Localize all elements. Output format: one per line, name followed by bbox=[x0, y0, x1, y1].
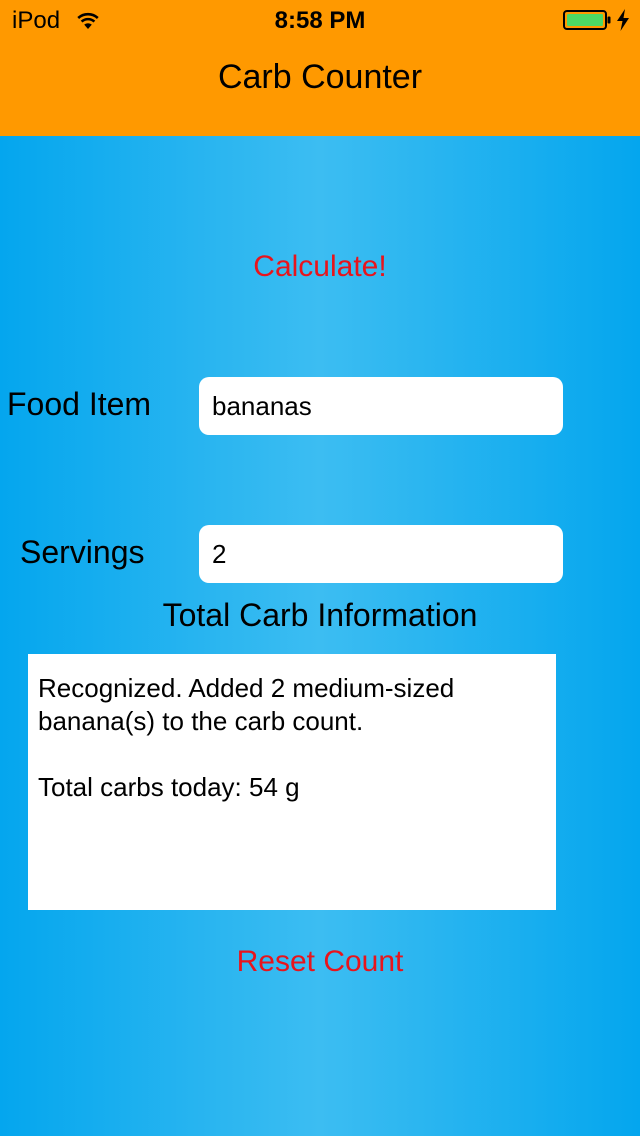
carb-info-textview[interactable]: Recognized. Added 2 medium-sized banana(… bbox=[28, 654, 556, 910]
food-item-label: Food Item bbox=[7, 386, 152, 422]
calculate-button[interactable]: Calculate! bbox=[0, 250, 640, 284]
result-message-line-2: banana(s) to the carb count. bbox=[38, 706, 364, 736]
reset-count-button[interactable]: Reset Count bbox=[0, 945, 640, 979]
navigation-bar: iPod 8:58 PM Carb Counter bbox=[0, 0, 640, 136]
servings-label: Servings bbox=[20, 534, 145, 570]
servings-field[interactable]: 2 bbox=[199, 525, 563, 583]
battery-icon bbox=[563, 10, 611, 30]
charging-bolt-icon bbox=[617, 9, 629, 31]
food-item-field[interactable]: bananas bbox=[199, 377, 563, 435]
result-message-line-1: Recognized. Added 2 medium-sized bbox=[38, 673, 455, 703]
total-carbs-line: Total carbs today: 54 g bbox=[38, 772, 300, 802]
total-carb-info-title: Total Carb Information bbox=[162, 597, 478, 633]
status-time: 8:58 PM bbox=[274, 7, 366, 34]
app-title: Carb Counter bbox=[217, 58, 423, 96]
status-bar: iPod 8:58 PM bbox=[0, 0, 640, 40]
